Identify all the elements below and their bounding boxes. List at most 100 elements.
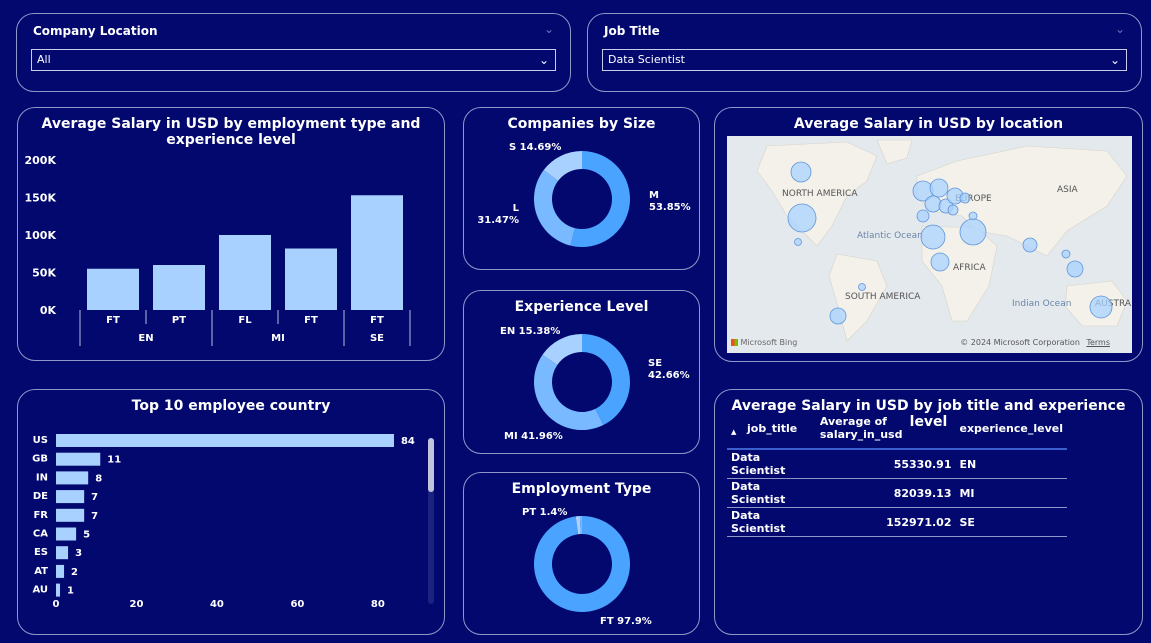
location-bubble[interactable] (794, 238, 802, 246)
employment-type-card[interactable]: Employment Type FT 97.9% PT 1.4% (463, 472, 700, 635)
column-header-job-title[interactable]: ▲ job_title (727, 418, 816, 450)
top-countries-chart: US 84 GB 11 IN 8 DE 7 FR 7 CA 5 ES 3 AT 2 AU 10 20 40 60 80 (32, 434, 415, 610)
table-row[interactable]: Data Scientist 55330.91 EN (727, 449, 1067, 479)
salary-by-type-card[interactable]: Average Salary in USD by employment type… (17, 107, 445, 361)
bar[interactable] (219, 235, 271, 310)
x-tick-label: FT (106, 315, 120, 326)
job-title-dropdown[interactable]: Data Scientist ⌄ (602, 49, 1127, 71)
cell-job-title: Data Scientist (727, 507, 816, 537)
scrollbar-thumb[interactable] (428, 438, 434, 492)
table-header-row: ▲ job_title Average of salary_in_usd exp… (727, 415, 1067, 450)
bar[interactable] (56, 508, 85, 522)
cell-salary: 55330.91 (815, 449, 956, 479)
bing-text: Microsoft Bing (740, 338, 798, 347)
bar[interactable] (56, 564, 65, 578)
data-label: 2 (71, 567, 78, 578)
experience-level-card[interactable]: Experience Level SE 42.66% MI 41.96% EN 15.… (463, 290, 700, 454)
location-bubble[interactable] (959, 192, 971, 204)
salary-table-card[interactable]: Average Salary in USD by job title and e… (714, 389, 1143, 635)
x-tick-label: 80 (371, 599, 385, 610)
bar[interactable] (56, 434, 394, 447)
location-bubble[interactable] (929, 178, 949, 198)
bar[interactable] (351, 195, 403, 310)
salary-by-location-card[interactable]: Average Salary in USD by location NORTH … (714, 107, 1143, 362)
bar[interactable] (153, 265, 205, 310)
location-bubble[interactable] (787, 203, 817, 233)
company-location-dropdown[interactable]: All ⌄ (31, 49, 556, 71)
scrollbar[interactable] (428, 438, 434, 604)
cell-salary: 152971.02 (815, 507, 956, 537)
top-countries-card[interactable]: Top 10 employee country US 84 GB 11 IN 8 DE 7 FR… (17, 389, 445, 635)
column-header-experience[interactable]: experience_level (955, 418, 1067, 450)
location-bubble[interactable] (829, 307, 847, 325)
companies-by-size-card[interactable]: Companies by Size M 53.85% L 31.47% S 14.69% (463, 107, 700, 270)
company-location-label: Company Location (33, 24, 158, 38)
x-tick-label: FT (304, 315, 318, 326)
location-bubble[interactable] (920, 224, 946, 250)
job-title-label: Job Title (604, 24, 660, 38)
group-label: MI (271, 333, 285, 344)
group-label: SE (370, 333, 384, 344)
sort-asc-icon[interactable]: ▲ (731, 428, 736, 436)
x-tick-label: FL (238, 315, 252, 326)
bar[interactable] (56, 490, 85, 504)
location-bubble[interactable] (1089, 295, 1113, 319)
label-africa: AFRICA (953, 263, 987, 273)
y-tick-label: FR (33, 510, 48, 521)
slice-label: 31.47% (477, 215, 519, 226)
location-bubble[interactable] (1061, 249, 1071, 259)
location-bubble[interactable] (1022, 237, 1038, 253)
data-label: 5 (83, 530, 90, 541)
column-label: job_title (747, 421, 798, 435)
job-title-slicer: Job Title ⌄ Data Scientist ⌄ (587, 13, 1142, 92)
cell-experience: EN (955, 449, 1067, 479)
donut-slice[interactable] (534, 170, 575, 246)
column-label: Average of salary_in_usd (819, 415, 903, 441)
y-tick-label: AT (34, 566, 48, 577)
bar[interactable] (56, 527, 77, 541)
location-bubble[interactable] (916, 209, 930, 223)
location-bubble[interactable] (947, 204, 959, 216)
slice-label: PT 1.4% (522, 507, 567, 518)
column-header-avg-salary[interactable]: Average of salary_in_usd (815, 415, 956, 450)
bar[interactable] (56, 471, 89, 485)
x-tick-label: 20 (130, 599, 144, 610)
slice-label: M (649, 190, 659, 201)
world-map[interactable]: NORTH AMERICA EUROPE ASIA Atlantic Ocean… (727, 136, 1132, 353)
table-row[interactable]: Data Scientist 82039.13 MI (727, 478, 1067, 508)
slice-label: 42.66% (648, 370, 690, 381)
table-row[interactable]: Data Scientist 152971.02 SE (727, 507, 1067, 537)
location-bubble[interactable] (1066, 260, 1084, 278)
bar[interactable] (56, 452, 101, 466)
data-label: 1 (67, 586, 74, 597)
dropdown-arrow-icon[interactable]: ⌄ (1110, 50, 1120, 70)
cell-salary: 82039.13 (815, 478, 956, 508)
company-location-slicer: Company Location ⌄ All ⌄ (16, 13, 571, 92)
cell-experience: SE (955, 507, 1067, 537)
chevron-down-icon[interactable]: ⌄ (544, 22, 554, 36)
donut-slice[interactable] (534, 354, 604, 430)
y-tick-label: 150K (25, 192, 57, 205)
slice-label: 53.85% (649, 202, 691, 213)
x-tick-label: PT (172, 315, 186, 326)
location-bubble[interactable] (924, 195, 942, 213)
y-tick-label: 50K (32, 267, 56, 280)
bar[interactable] (56, 583, 61, 597)
y-tick-label: ES (34, 547, 48, 558)
map-copyright: © 2024 Microsoft Corporation Terms (960, 338, 1110, 347)
greenland-shape (876, 139, 913, 165)
salary-table: ▲ job_title Average of salary_in_usd exp… (727, 415, 1067, 537)
x-tick-label: 40 (210, 599, 224, 610)
terms-link[interactable]: Terms (1086, 338, 1110, 347)
companies-by-size-title: Companies by Size (507, 116, 656, 132)
bar[interactable] (285, 248, 337, 311)
bar[interactable] (87, 268, 139, 310)
location-bubble[interactable] (858, 283, 866, 291)
bar[interactable] (56, 546, 69, 560)
location-bubble[interactable] (790, 161, 812, 183)
y-tick-label: 100K (25, 229, 57, 242)
chevron-down-icon[interactable]: ⌄ (1115, 22, 1125, 36)
location-bubble[interactable] (959, 218, 987, 246)
location-bubble[interactable] (930, 252, 950, 272)
dropdown-arrow-icon[interactable]: ⌄ (539, 50, 549, 70)
